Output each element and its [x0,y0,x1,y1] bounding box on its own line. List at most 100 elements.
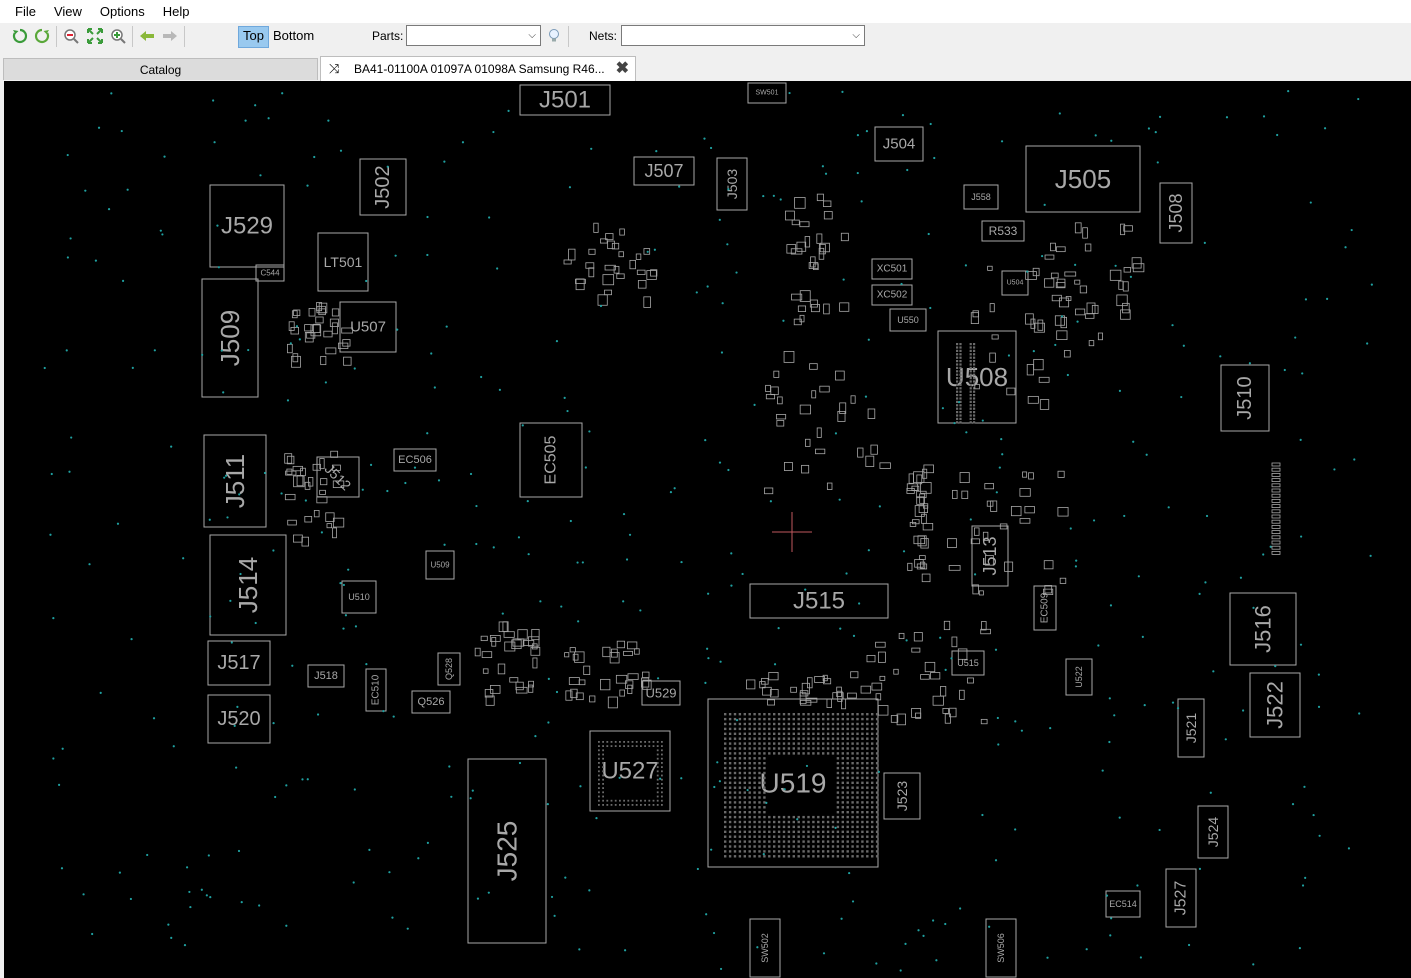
component-label-j509[interactable]: J509 [215,310,245,366]
component-label-c544[interactable]: C544 [260,269,280,278]
component-label-ec506[interactable]: EC506 [398,454,432,466]
arrow-left-icon[interactable] [138,27,156,45]
via [1156,161,1159,164]
component-label-u529[interactable]: U529 [645,686,676,701]
via [368,848,371,851]
component-label-j516[interactable]: J516 [1251,605,1276,653]
component-label-j505[interactable]: J505 [1055,164,1111,194]
arrow-right-icon[interactable] [161,27,179,45]
lightbulb-icon[interactable] [545,27,563,45]
component-label-j529[interactable]: J529 [221,213,273,240]
via [129,897,132,901]
bga-pad [861,717,864,721]
component-label-u509[interactable]: U509 [430,561,450,570]
component-label-lt501[interactable]: LT501 [324,254,363,270]
close-icon[interactable]: ✖ [616,57,629,81]
board-drawing[interactable]: J501 J502 J503 J504 J505 J507 J508 J509 J510 J511… [4,81,1411,978]
component-label-j525[interactable]: J525 [492,821,523,882]
menu-view[interactable]: View [45,0,91,23]
component-label-q528[interactable]: Q528 [444,658,454,680]
component-label-ec510[interactable]: EC510 [371,674,382,705]
bga-pad [836,820,840,824]
component-label-j558[interactable]: J558 [971,192,991,202]
component-label-j513[interactable]: J513 [980,536,1000,575]
menu-file[interactable]: File [0,0,45,23]
refresh-rotate-icon[interactable] [33,27,51,45]
bottom-layer-button[interactable]: Bottom [269,26,318,46]
board-view-canvas[interactable]: J501 J502 J503 J504 J505 J507 J508 J509 J510 J511… [4,81,1411,978]
component-label-j522[interactable]: J522 [1263,681,1288,729]
component-label-j520[interactable]: J520 [217,708,260,730]
component-label-xc502[interactable]: XC502 [877,290,908,301]
nets-combobox[interactable]: ⌵ [621,25,865,46]
zoom-out-icon[interactable] [62,27,80,45]
component-label-u522[interactable]: U522 [1074,666,1084,688]
bga-pad [743,776,746,780]
component-label-u504[interactable]: U504 [1007,280,1024,287]
component-label-j504[interactable]: J504 [883,136,916,153]
component-label-xc501[interactable]: XC501 [877,264,908,275]
component-label-sw502[interactable]: SW502 [760,933,770,963]
bga-pad [959,356,962,359]
tab-catalog[interactable]: Catalog [3,58,318,80]
passive-component [286,455,295,465]
component-label-u508[interactable]: U508 [946,362,1008,392]
bga-pad [738,742,742,745]
component-label-u510[interactable]: U510 [348,592,370,602]
component-label-u550[interactable]: U550 [897,315,919,325]
component-label-j510[interactable]: J510 [1234,376,1256,419]
component-label-sw501[interactable]: SW501 [756,90,779,97]
via [285,784,288,787]
component-label-j511[interactable]: J511 [220,454,250,508]
bga-pad [635,745,638,747]
bga-pad [841,742,844,745]
component-label-j515[interactable]: J515 [793,588,845,615]
component-label-j502[interactable]: J502 [372,165,394,208]
component-label-j503[interactable]: J503 [724,169,740,200]
bga-pad [661,783,663,785]
component-label-j512[interactable]: J512 [322,461,355,494]
bga-pad [861,791,864,794]
component-label-r533[interactable]: R533 [989,224,1018,238]
component-label-u527[interactable]: U527 [601,758,658,785]
component-label-j521[interactable]: J521 [1183,713,1199,744]
passive-component [981,621,987,631]
bga-pad [733,732,737,735]
component-label-j518[interactable]: J518 [314,670,338,682]
component-label-j514[interactable]: J514 [233,557,263,613]
refresh-green-icon[interactable] [11,27,29,45]
passive-component [1026,364,1034,376]
component-label-j527[interactable]: J527 [1173,881,1190,916]
bga-pad [753,835,756,838]
component-label-j523[interactable]: J523 [894,781,910,812]
via [254,104,257,107]
component-label-u519[interactable]: U519 [760,768,827,799]
bga-pad [956,390,959,393]
component-label-j524[interactable]: J524 [1205,817,1221,848]
via [705,913,708,916]
via [718,461,722,464]
zoom-in-icon[interactable] [109,27,127,45]
component-label-ec514[interactable]: EC514 [1109,899,1137,909]
component-label-q526[interactable]: Q526 [418,696,445,708]
component-label-j507[interactable]: J507 [644,161,683,181]
component-label-j517[interactable]: J517 [217,652,260,674]
component-label-ec505[interactable]: EC505 [543,435,560,484]
component-label-j508[interactable]: J508 [1166,193,1186,232]
top-layer-button[interactable]: Top [238,26,269,48]
menu-help[interactable]: Help [154,0,199,23]
via [492,546,495,549]
component-label-j501[interactable]: J501 [539,87,591,114]
parts-combobox[interactable]: ⌵ [406,25,541,46]
component-label-ec509[interactable]: EC509 [1040,592,1051,623]
menu-options[interactable]: Options [91,0,154,23]
passive-component [775,414,787,420]
passive-component [642,671,650,678]
bga-pad [777,732,781,735]
passive-component [619,689,626,697]
tab-board-document[interactable]: ⤨ BA41-01100A 01097A 01098A Samsung R46.… [320,56,636,81]
fit-board-icon[interactable] [86,27,104,45]
component-label-sw506[interactable]: SW506 [996,933,1006,963]
component-label-u507[interactable]: U507 [350,319,386,336]
bga-pad [866,742,869,745]
